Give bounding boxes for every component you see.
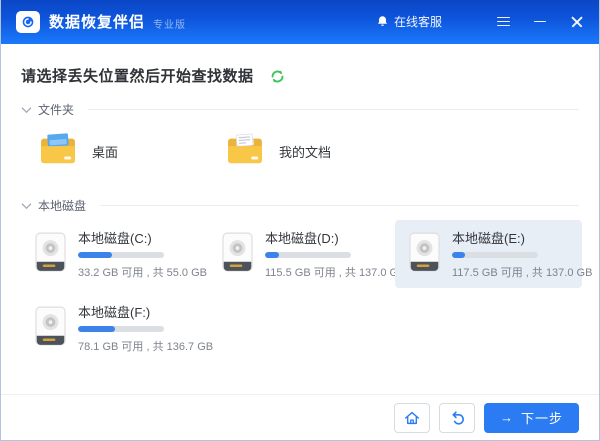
- disk-info: 本地磁盘(F:) 78.1 GB 可用 , 共 136.7 GB: [78, 302, 213, 354]
- disk-item[interactable]: 本地磁盘(C:) 33.2 GB 可用 , 共 55.0 GB: [21, 220, 208, 288]
- next-button[interactable]: → 下一步: [484, 403, 579, 433]
- chevron-down-icon: [21, 106, 32, 114]
- disk-usage-bar: [265, 252, 351, 258]
- minimize-icon: [534, 21, 546, 23]
- footer: → 下一步: [1, 394, 599, 440]
- hard-drive-icon: [222, 232, 253, 277]
- hard-drive-icon: [409, 232, 440, 277]
- disk-usage-bar: [78, 252, 164, 258]
- hard-drive-icon: [35, 306, 66, 351]
- folder-label: 我的文档: [279, 142, 331, 161]
- disk-item[interactable]: 本地磁盘(D:) 115.5 GB 可用 , 共 137.0 GB: [208, 220, 395, 288]
- close-button[interactable]: [570, 15, 584, 29]
- minimize-button[interactable]: [533, 15, 547, 29]
- folder-label: 桌面: [92, 142, 118, 161]
- main-content: 请选择丢失位置然后开始查找数据 文件夹: [1, 65, 599, 362]
- home-button[interactable]: [394, 403, 430, 433]
- home-icon: [403, 409, 421, 427]
- disk-info: 本地磁盘(C:) 33.2 GB 可用 , 共 55.0 GB: [78, 228, 207, 280]
- refresh-icon: [270, 69, 285, 84]
- folders-grid: 桌面: [21, 122, 579, 181]
- disk-name: 本地磁盘(F:): [78, 302, 213, 321]
- disk-info: 本地磁盘(E:) 117.5 GB 可用 , 共 137.0 GB: [452, 228, 592, 280]
- app-logo-icon: [16, 11, 40, 33]
- app-title: 数据恢复伴侣: [49, 11, 145, 32]
- disk-usage-fill: [452, 252, 465, 258]
- disk-size-text: 115.5 GB 可用 , 共 137.0 GB: [265, 264, 405, 280]
- section-folders-label: 文件夹: [38, 101, 74, 118]
- disks-grid: 本地磁盘(C:) 33.2 GB 可用 , 共 55.0 GB 本地磁盘(D:)…: [21, 220, 579, 362]
- page-title: 请选择丢失位置然后开始查找数据: [21, 65, 254, 86]
- titlebar: 数据恢复伴侣 专业版 在线客服: [0, 0, 600, 44]
- menu-button[interactable]: [496, 15, 510, 29]
- disk-name: 本地磁盘(E:): [452, 228, 592, 247]
- desktop-folder-icon: [39, 133, 77, 170]
- disk-item[interactable]: 本地磁盘(F:) 78.1 GB 可用 , 共 136.7 GB: [21, 294, 208, 362]
- disk-usage-fill: [265, 252, 279, 258]
- online-support-label: 在线客服: [394, 13, 442, 30]
- hard-drive-icon: [35, 232, 66, 277]
- refresh-button[interactable]: [270, 69, 285, 84]
- disk-size-text: 33.2 GB 可用 , 共 55.0 GB: [78, 264, 207, 280]
- online-support-button[interactable]: 在线客服: [376, 13, 442, 30]
- close-icon: [571, 16, 583, 28]
- disk-name: 本地磁盘(C:): [78, 228, 207, 247]
- bell-icon: [376, 15, 389, 28]
- window-controls: [496, 15, 584, 29]
- arrow-right-icon: →: [500, 410, 514, 425]
- disk-item[interactable]: 本地磁盘(E:) 117.5 GB 可用 , 共 137.0 GB: [395, 220, 582, 288]
- folder-item[interactable]: 桌面: [21, 122, 208, 181]
- disk-size-text: 117.5 GB 可用 , 共 137.0 GB: [452, 264, 592, 280]
- disk-info: 本地磁盘(D:) 115.5 GB 可用 , 共 137.0 GB: [265, 228, 405, 280]
- disk-usage-bar: [78, 326, 164, 332]
- edition-badge: 专业版: [153, 16, 186, 31]
- documents-folder-icon: [226, 133, 264, 170]
- disk-usage-bar: [452, 252, 538, 258]
- hamburger-icon: [497, 17, 510, 27]
- disk-name: 本地磁盘(D:): [265, 228, 405, 247]
- back-button[interactable]: [439, 403, 475, 433]
- divider: [88, 109, 579, 110]
- section-disks-label: 本地磁盘: [38, 197, 86, 214]
- section-disks[interactable]: 本地磁盘: [21, 197, 579, 214]
- divider: [100, 205, 579, 206]
- app-window: 数据恢复伴侣 专业版 在线客服 请选择丢失位置然后开始查找数据: [0, 0, 600, 441]
- section-folders[interactable]: 文件夹: [21, 101, 579, 118]
- disk-usage-fill: [78, 252, 112, 258]
- disk-size-text: 78.1 GB 可用 , 共 136.7 GB: [78, 338, 213, 354]
- next-button-label: 下一步: [521, 408, 563, 427]
- chevron-down-icon: [21, 202, 32, 210]
- undo-arrow-icon: [448, 409, 466, 427]
- folder-item[interactable]: 我的文档: [208, 122, 395, 181]
- disk-usage-fill: [78, 326, 115, 332]
